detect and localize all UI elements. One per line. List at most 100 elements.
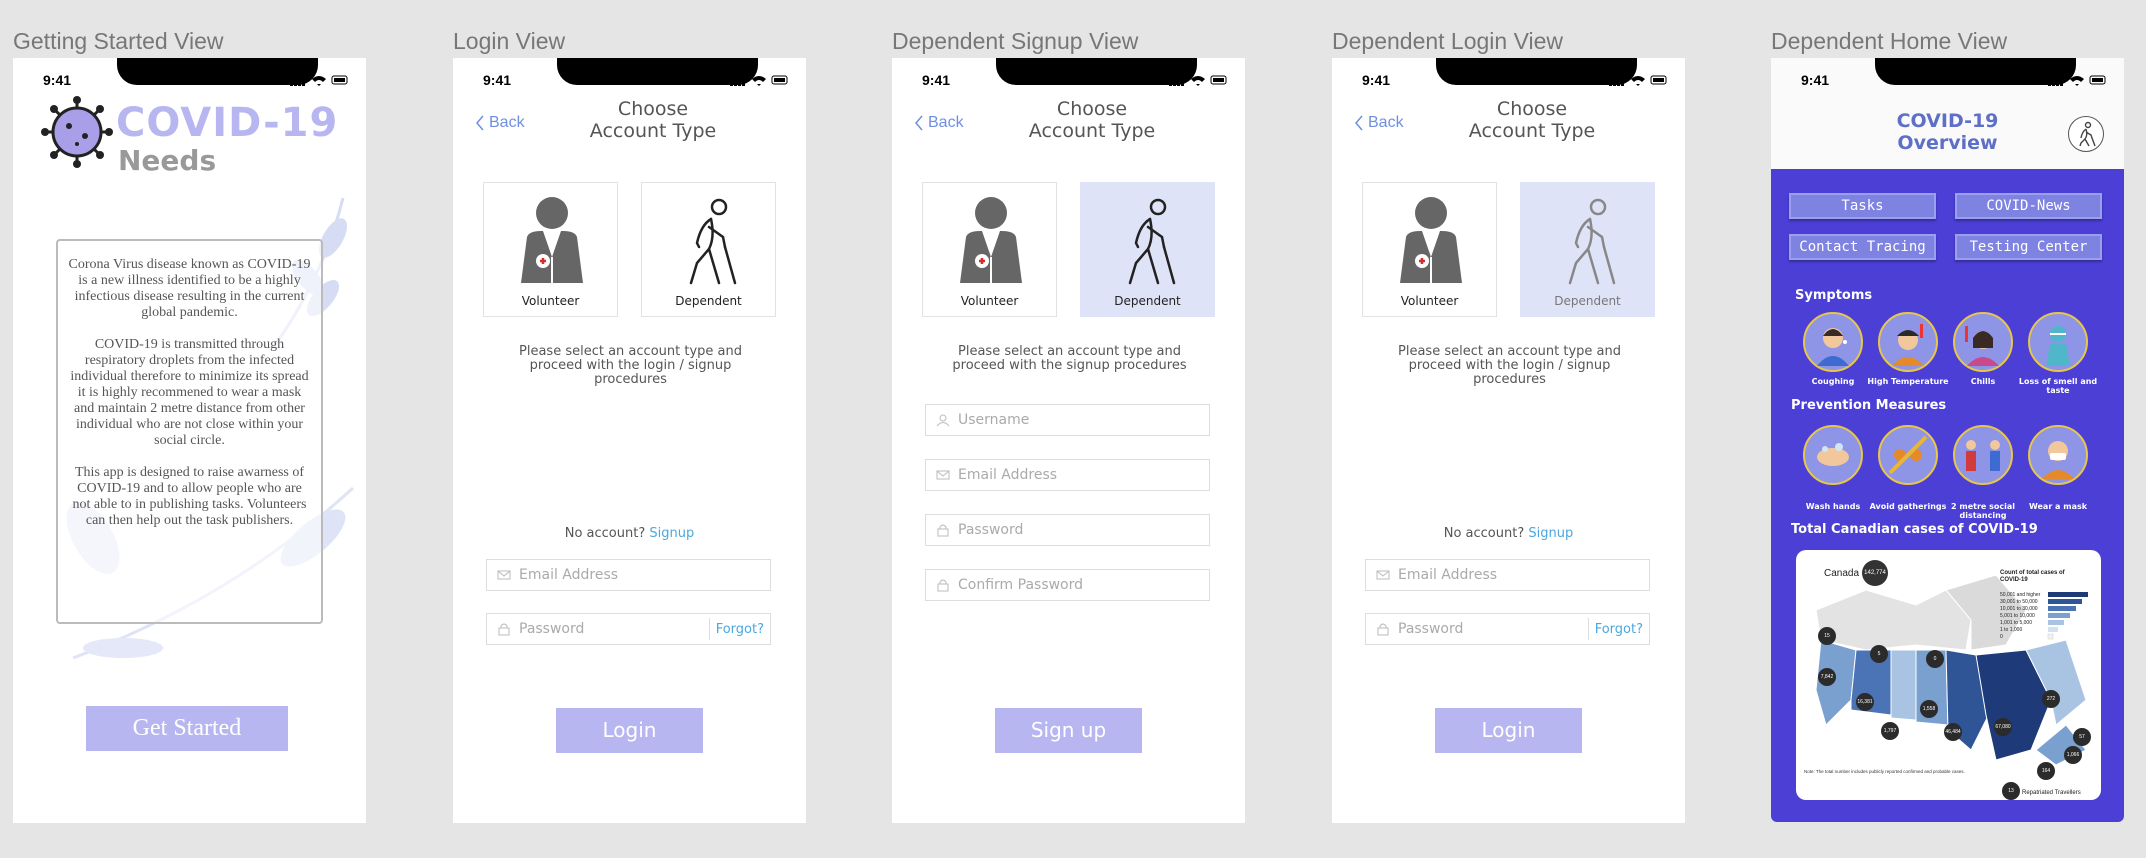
email-placeholder: Email Address	[1398, 567, 1498, 583]
password-field[interactable]: Password	[925, 514, 1210, 546]
map-legend: 50,001 and higher 30,001 to 50,000 10,001 …	[2000, 592, 2041, 640]
tasks-button[interactable]: Tasks	[1789, 193, 1936, 219]
back-button[interactable]: Back	[914, 114, 964, 132]
status-time: 9:41	[483, 72, 512, 88]
intro-paragraph: This app is designed to raise awarness o…	[72, 465, 307, 528]
back-label: Back	[489, 114, 525, 131]
forgot-password-link[interactable]: Forgot?	[708, 618, 770, 640]
map-bubble: 272	[2042, 690, 2060, 708]
map-total-bubble: 142,774	[1862, 560, 1888, 586]
chevron-left-icon	[1355, 115, 1363, 131]
password-field[interactable]: Password Forgot?	[486, 613, 771, 645]
status-time: 9:41	[43, 72, 72, 88]
intro-paragraph: COVID-19 is transmitted through respirat…	[70, 337, 309, 448]
login-screen: 9:41 Back Choose Account Type Volunteer D…	[453, 58, 806, 823]
map-bubble: 1,797	[1881, 722, 1899, 740]
password-field[interactable]: Password Forgot?	[1365, 613, 1650, 645]
intro-paragraph: Corona Virus disease known as COVID-19 i…	[68, 257, 311, 320]
signup-link[interactable]: Signup	[1528, 526, 1573, 541]
avatar[interactable]	[2068, 116, 2104, 152]
no-account-text: No account? Signup	[1443, 526, 1574, 541]
map-legend-title: Count of total cases of COVID-19	[2000, 570, 2065, 583]
intro-text-box: Corona Virus disease known as COVID-19 i…	[56, 239, 323, 624]
get-started-button[interactable]: Get Started	[86, 706, 288, 751]
symptom-label: Coughing	[1811, 377, 1855, 386]
volunteer-icon	[1400, 197, 1462, 283]
wash-hands-icon	[1803, 425, 1863, 485]
status-icons	[290, 74, 348, 86]
canada-map-icon	[1815, 574, 2088, 766]
login-button[interactable]: Login	[556, 708, 703, 753]
mail-icon	[1376, 570, 1390, 580]
account-type-description: Please select an account type and procee…	[519, 344, 742, 387]
dependent-icon	[1568, 198, 1616, 285]
map-bubble: 1,066	[2064, 746, 2082, 764]
virus-logo-icon	[41, 96, 113, 168]
loss-of-smell-icon	[2028, 312, 2088, 372]
dependent-label: Dependent	[1114, 294, 1181, 308]
sign-up-button[interactable]: Sign up	[995, 708, 1142, 753]
dependent-card-selected[interactable]: Dependent	[1520, 182, 1655, 317]
frame-label-dependent-login: Dependent Login View	[1332, 28, 1564, 54]
frame-label-login: Login View	[453, 28, 566, 54]
dependent-card[interactable]: Dependent	[641, 182, 776, 317]
status-icons	[730, 74, 788, 86]
page-title: Choose Account Type	[1468, 98, 1596, 142]
symptom-label: Chills	[1970, 377, 1996, 386]
forgot-password-link[interactable]: Forgot?	[1587, 618, 1649, 640]
contact-tracing-button[interactable]: Contact Tracing	[1789, 234, 1936, 260]
frame-label-getting-started: Getting Started View	[13, 28, 224, 54]
back-button[interactable]: Back	[1354, 114, 1404, 132]
volunteer-label: Volunteer	[1400, 294, 1459, 308]
username-placeholder: Username	[958, 412, 1030, 428]
confirm-password-field[interactable]: Confirm Password	[925, 569, 1210, 601]
map-bubble: 13	[2002, 782, 2020, 800]
dependent-card-selected[interactable]: Dependent	[1080, 182, 1215, 317]
account-type-description: Please select an account type and procee…	[952, 344, 1187, 373]
prevention-label: Wear a mask	[2028, 502, 2088, 511]
lock-icon	[498, 623, 510, 636]
email-placeholder: Email Address	[519, 567, 619, 583]
high-temperature-icon	[1878, 312, 1938, 372]
symptoms-title: Symptoms	[1795, 288, 1873, 303]
chevron-left-icon	[476, 115, 484, 131]
back-button[interactable]: Back	[475, 114, 525, 132]
login-button[interactable]: Login	[1435, 708, 1582, 753]
user-icon	[936, 414, 950, 427]
mail-icon	[497, 570, 511, 580]
prevention-title: Prevention Measures	[1791, 398, 1947, 413]
map-bubble: 5	[1870, 645, 1888, 663]
map-bubble: 7,842	[1818, 668, 1836, 686]
covid-news-button[interactable]: COVID-News	[1955, 193, 2102, 219]
notch	[996, 58, 1197, 85]
cases-title: Total Canadian cases of COVID-19	[1791, 522, 2038, 537]
volunteer-card[interactable]: Volunteer	[922, 182, 1057, 317]
volunteer-label: Volunteer	[960, 294, 1019, 308]
symptom-label: High Temperature	[1867, 377, 1949, 386]
prevention-label: Wash hands	[1805, 502, 1861, 511]
canada-cases-map: Canada 142,774 Count of total cases of C…	[1796, 550, 2101, 800]
symptom-label: Loss of smell and taste	[2018, 377, 2098, 395]
status-icons	[1169, 74, 1227, 86]
email-placeholder: Email Address	[958, 467, 1058, 483]
email-field[interactable]: Email Address	[1365, 559, 1650, 591]
email-field[interactable]: Email Address	[486, 559, 771, 591]
testing-center-button[interactable]: Testing Center	[1955, 234, 2102, 260]
username-field[interactable]: Username	[925, 404, 1210, 436]
signup-link[interactable]: Signup	[649, 526, 694, 541]
map-bubble: 1,558	[1920, 700, 1938, 718]
dependent-label: Dependent	[675, 294, 742, 308]
status-time: 9:41	[922, 72, 951, 88]
volunteer-icon	[521, 197, 583, 283]
email-field[interactable]: Email Address	[925, 459, 1210, 491]
getting-started-screen: 9:41 COVID-19 Needs Corona Virus disease…	[13, 58, 366, 823]
notch	[1875, 58, 2076, 85]
prevention-label: 2 metre social distancing	[1951, 502, 2015, 520]
back-label: Back	[1368, 114, 1404, 131]
social-distancing-icon	[1953, 425, 2013, 485]
notch	[117, 58, 318, 85]
no-account-text: No account? Signup	[564, 526, 695, 541]
volunteer-card[interactable]: Volunteer	[1362, 182, 1497, 317]
mail-icon	[936, 470, 950, 480]
volunteer-card[interactable]: Volunteer	[483, 182, 618, 317]
